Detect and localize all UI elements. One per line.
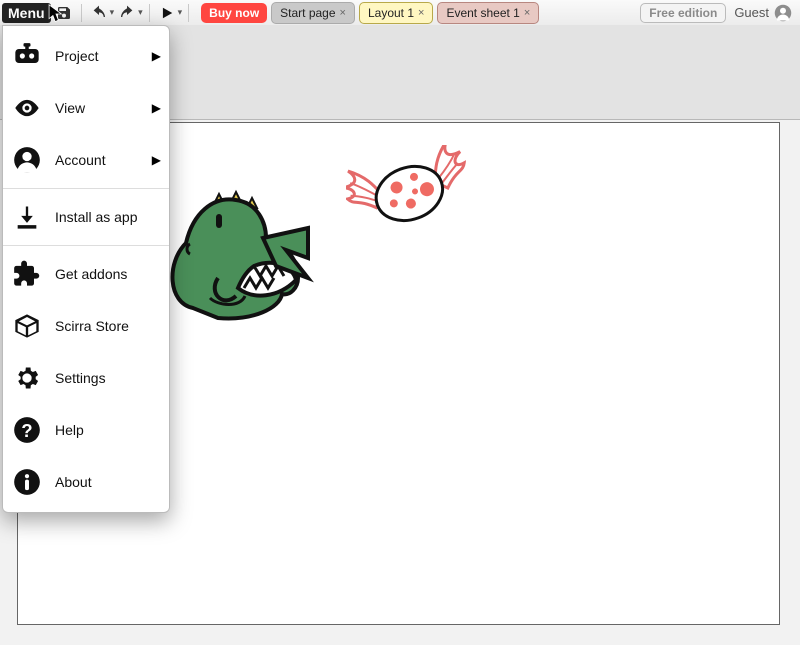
undo-icon[interactable] xyxy=(88,2,110,24)
menu-item-account[interactable]: Account ▶ xyxy=(3,134,169,186)
tab-start-page[interactable]: Start page × xyxy=(271,2,355,24)
menu-button[interactable]: Menu xyxy=(2,3,51,23)
chevron-right-icon: ▶ xyxy=(152,101,161,115)
menu-label: Scirra Store xyxy=(55,318,129,334)
help-icon: ? xyxy=(13,416,41,444)
menu-label: Settings xyxy=(55,370,106,386)
menu-item-settings[interactable]: Settings xyxy=(3,352,169,404)
tab-event-sheet-1[interactable]: Event sheet 1 × xyxy=(437,2,539,24)
menu-label: Project xyxy=(55,48,99,64)
sprite-candy[interactable] xyxy=(346,145,476,245)
menu-item-addons[interactable]: Get addons xyxy=(3,248,169,300)
menu-item-install[interactable]: Install as app xyxy=(3,191,169,243)
project-icon xyxy=(13,42,41,70)
document-tabs: Buy now Start page × Layout 1 × Event sh… xyxy=(201,2,539,24)
menu-item-store[interactable]: Scirra Store xyxy=(3,300,169,352)
save-icon[interactable] xyxy=(53,2,75,24)
menu-label: Install as app xyxy=(55,209,138,225)
menu-label: Help xyxy=(55,422,84,438)
user-icon xyxy=(774,4,792,22)
menu-item-about[interactable]: About xyxy=(3,456,169,508)
svg-text:?: ? xyxy=(21,420,32,441)
menu-label: Account xyxy=(55,152,106,168)
menu-divider xyxy=(3,245,169,246)
play-icon[interactable] xyxy=(156,2,178,24)
sprite-dragon[interactable] xyxy=(158,188,318,328)
close-icon[interactable]: × xyxy=(340,7,346,19)
chevron-right-icon: ▶ xyxy=(152,153,161,167)
menu-label: Get addons xyxy=(55,266,127,282)
toolbar-separator xyxy=(188,4,189,22)
info-icon xyxy=(13,468,41,496)
redo-icon[interactable] xyxy=(116,2,138,24)
free-edition-badge[interactable]: Free edition xyxy=(640,3,726,23)
redo-dropdown[interactable]: ▾ xyxy=(138,7,143,18)
tab-layout-1[interactable]: Layout 1 × xyxy=(359,2,433,24)
eye-icon xyxy=(13,94,41,122)
menu-label: About xyxy=(55,474,92,490)
menu-divider xyxy=(3,188,169,189)
menu-label: View xyxy=(55,100,85,116)
close-icon[interactable]: × xyxy=(418,7,424,19)
toolbar-separator xyxy=(149,4,150,22)
toolbar-separator xyxy=(81,4,82,22)
tab-label: Start page xyxy=(280,6,335,20)
tab-buy-now[interactable]: Buy now xyxy=(201,3,267,23)
puzzle-icon xyxy=(13,260,41,288)
top-toolbar: Menu ▾ ▾ ▾ Buy now Start page × Layout 1… xyxy=(0,0,800,26)
tab-label: Layout 1 xyxy=(368,6,414,20)
guest-account[interactable]: Guest xyxy=(734,4,792,22)
guest-label: Guest xyxy=(734,5,769,20)
main-menu-dropdown: Project ▶ View ▶ Account ▶ Install as ap… xyxy=(2,25,170,513)
box-icon xyxy=(13,312,41,340)
play-dropdown[interactable]: ▾ xyxy=(178,7,183,18)
download-icon xyxy=(13,203,41,231)
undo-dropdown[interactable]: ▾ xyxy=(110,7,115,18)
menu-item-help[interactable]: ? Help xyxy=(3,404,169,456)
close-icon[interactable]: × xyxy=(524,7,530,19)
account-icon xyxy=(13,146,41,174)
gear-icon xyxy=(13,364,41,392)
tab-label: Event sheet 1 xyxy=(446,6,519,20)
chevron-right-icon: ▶ xyxy=(152,49,161,63)
menu-item-view[interactable]: View ▶ xyxy=(3,82,169,134)
menu-item-project[interactable]: Project ▶ xyxy=(3,30,169,82)
